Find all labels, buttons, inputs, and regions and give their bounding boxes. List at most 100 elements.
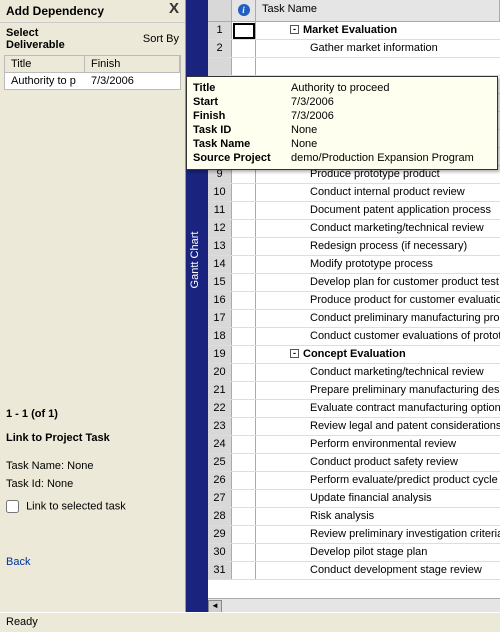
task-row[interactable]: 15 Develop plan for customer product test	[208, 274, 500, 292]
task-row[interactable]: 23 Review legal and patent considerations	[208, 418, 500, 436]
task-row-number[interactable]	[208, 58, 232, 75]
rownum-header[interactable]	[208, 0, 232, 21]
task-name-cell[interactable]: Redesign process (if necessary)	[256, 238, 500, 255]
task-name-cell[interactable]: Conduct internal product review	[256, 184, 500, 201]
task-name-cell[interactable]: Modify prototype process	[256, 256, 500, 273]
task-name-cell[interactable]: Perform environmental review	[256, 436, 500, 453]
task-row[interactable]: 11 Document patent application process	[208, 202, 500, 220]
outline-toggle-icon[interactable]: -	[290, 25, 299, 34]
task-row-number[interactable]: 13	[208, 238, 232, 255]
task-name-cell[interactable]: -Market Evaluation	[256, 22, 500, 39]
task-row-number[interactable]: 25	[208, 454, 232, 471]
task-name-cell[interactable]: Conduct product safety review	[256, 454, 500, 471]
task-row-number[interactable]: 14	[208, 256, 232, 273]
task-row-number[interactable]: 1	[208, 22, 232, 39]
task-name-cell[interactable]: Gather market information	[256, 40, 500, 57]
link-to-project-task-label: Link to Project Task	[6, 432, 110, 444]
task-row-number[interactable]: 2	[208, 40, 232, 57]
col-header-title[interactable]: Title	[5, 56, 85, 72]
task-name-cell[interactable]: Develop pilot stage plan	[256, 544, 500, 561]
task-row[interactable]: 13 Redesign process (if necessary)	[208, 238, 500, 256]
link-to-selected-checkbox[interactable]	[6, 500, 19, 513]
task-row[interactable]: 19 -Concept Evaluation	[208, 346, 500, 364]
task-row-number[interactable]: 31	[208, 562, 232, 579]
task-row-number[interactable]: 11	[208, 202, 232, 219]
task-row[interactable]: 26 Perform evaluate/predict product cycle	[208, 472, 500, 490]
back-link[interactable]: Back	[6, 556, 30, 568]
task-row-number[interactable]: 12	[208, 220, 232, 237]
outline-toggle-icon[interactable]: -	[290, 349, 299, 358]
tt-taskid-value: None	[291, 124, 491, 136]
task-name-text: Perform evaluate/predict product cycle	[310, 474, 498, 486]
task-name-cell[interactable]	[256, 58, 500, 75]
task-name-cell[interactable]: Prepare preliminary manufacturing design	[256, 382, 500, 399]
task-row-number[interactable]: 21	[208, 382, 232, 399]
deliverable-finish-cell: 7/3/2006	[85, 73, 180, 89]
task-row-number[interactable]: 22	[208, 400, 232, 417]
task-row[interactable]: 25 Conduct product safety review	[208, 454, 500, 472]
task-name-cell[interactable]: -Concept Evaluation	[256, 346, 500, 363]
task-row-number[interactable]: 29	[208, 526, 232, 543]
tt-taskid-label: Task ID	[193, 124, 291, 136]
task-indicator-cell	[232, 184, 256, 201]
task-row[interactable]: 31 Conduct development stage review	[208, 562, 500, 580]
task-name-cell[interactable]: Conduct marketing/technical review	[256, 364, 500, 381]
task-row[interactable]: 20 Conduct marketing/technical review	[208, 364, 500, 382]
task-row-number[interactable]: 18	[208, 328, 232, 345]
task-row[interactable]: 28 Risk analysis	[208, 508, 500, 526]
task-row-number[interactable]: 19	[208, 346, 232, 363]
task-name-cell[interactable]: Produce product for customer evaluation	[256, 292, 500, 309]
task-name-cell[interactable]: Evaluate contract manufacturing option	[256, 400, 500, 417]
task-name-cell[interactable]: Update financial analysis	[256, 490, 500, 507]
task-row-number[interactable]: 26	[208, 472, 232, 489]
task-row-number[interactable]: 17	[208, 310, 232, 327]
task-row[interactable]: 29 Review preliminary investigation crite…	[208, 526, 500, 544]
task-name-cell[interactable]: Conduct customer evaluations of prototyp…	[256, 328, 500, 345]
task-row[interactable]: 12 Conduct marketing/technical review	[208, 220, 500, 238]
task-row[interactable]: 27 Update financial analysis	[208, 490, 500, 508]
col-header-finish[interactable]: Finish	[85, 56, 180, 72]
task-row-number[interactable]: 10	[208, 184, 232, 201]
task-row[interactable]: 10 Conduct internal product review	[208, 184, 500, 202]
task-row-number[interactable]: 24	[208, 436, 232, 453]
task-row[interactable]: 16 Produce product for customer evaluatio…	[208, 292, 500, 310]
task-name-cell[interactable]: Review legal and patent considerations	[256, 418, 500, 435]
task-row[interactable]: 30 Develop pilot stage plan	[208, 544, 500, 562]
task-name-cell[interactable]: Review preliminary investigation criteri…	[256, 526, 500, 543]
task-row[interactable]: 2 Gather market information	[208, 40, 500, 58]
link-to-selected-row: Link to selected task	[6, 500, 126, 513]
task-row-number[interactable]: 23	[208, 418, 232, 435]
task-name-cell[interactable]: Perform evaluate/predict product cycle	[256, 472, 500, 489]
deliverable-grid-header: Title Finish	[5, 56, 180, 73]
task-row-number[interactable]: 16	[208, 292, 232, 309]
task-row[interactable]	[208, 58, 500, 76]
close-icon[interactable]: X	[169, 0, 179, 17]
task-row[interactable]: 22 Evaluate contract manufacturing option	[208, 400, 500, 418]
task-row-number[interactable]: 28	[208, 508, 232, 525]
add-dependency-panel: Add Dependency X Select Deliverable Sort…	[0, 0, 186, 612]
task-row[interactable]: 18 Conduct customer evaluations of protot…	[208, 328, 500, 346]
link-taskid-row: Task Id: None	[6, 478, 73, 490]
task-row[interactable]: 17 Conduct preliminary manufacturing proc…	[208, 310, 500, 328]
task-name-cell[interactable]: Conduct preliminary manufacturing proces…	[256, 310, 500, 327]
gantt-chart-label: Gantt Chart	[189, 220, 201, 300]
task-name-cell[interactable]: Document patent application process	[256, 202, 500, 219]
task-name-cell[interactable]: Risk analysis	[256, 508, 500, 525]
horizontal-scrollbar[interactable]: ◄	[208, 598, 500, 612]
taskname-header[interactable]: Task Name	[256, 0, 500, 21]
sort-by-link[interactable]: Sort By	[143, 33, 179, 45]
task-indicator-cell	[232, 310, 256, 327]
indicator-header[interactable]: i	[232, 0, 256, 21]
task-row-number[interactable]: 15	[208, 274, 232, 291]
task-name-cell[interactable]: Develop plan for customer product test	[256, 274, 500, 291]
task-name-cell[interactable]: Conduct marketing/technical review	[256, 220, 500, 237]
task-row[interactable]: 24 Perform environmental review	[208, 436, 500, 454]
task-row[interactable]: 14 Modify prototype process	[208, 256, 500, 274]
deliverable-row[interactable]: Authority to p 7/3/2006	[5, 73, 180, 89]
task-row-number[interactable]: 30	[208, 544, 232, 561]
task-row[interactable]: 21 Prepare preliminary manufacturing desi…	[208, 382, 500, 400]
info-icon: i	[238, 4, 250, 16]
task-name-cell[interactable]: Conduct development stage review	[256, 562, 500, 579]
task-row-number[interactable]: 20	[208, 364, 232, 381]
task-row-number[interactable]: 27	[208, 490, 232, 507]
